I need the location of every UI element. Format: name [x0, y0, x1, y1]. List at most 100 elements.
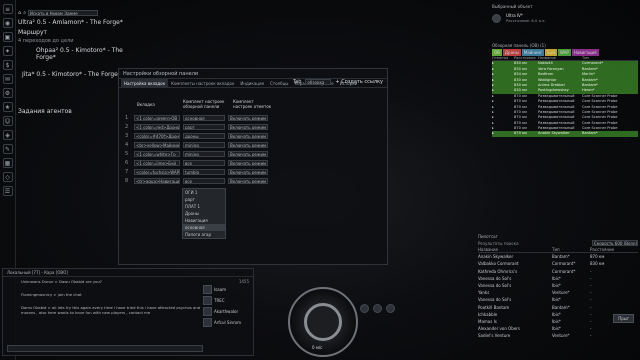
- module-slot-icon[interactable]: [386, 304, 395, 313]
- col-mark[interactable]: Отметка: [492, 56, 514, 60]
- tab-columns[interactable]: Столбцы: [267, 79, 291, 87]
- dropdown-option[interactable]: ОГИ 1: [183, 189, 225, 196]
- tab-name-input[interactable]: <1 color=green>ОВ: [134, 114, 180, 121]
- bracket-dropdown[interactable]: Включать режим: [228, 177, 268, 184]
- dropdown-option[interactable]: Навигация: [183, 217, 225, 224]
- module-slot-icon[interactable]: [373, 304, 382, 313]
- overview-row[interactable]: ▸ 870 км Anakin Skywalker Bantam*: [492, 131, 638, 137]
- chat-member[interactable]: Arfcul Sinrom: [203, 317, 253, 328]
- eve-menu-icon[interactable]: ≡: [2, 4, 13, 14]
- row-distance: -: [590, 290, 592, 296]
- col-name[interactable]: Название: [538, 56, 582, 60]
- preset-dropdown[interactable]: tumbla: [183, 168, 225, 175]
- list-item[interactable]: Vanessa do Sol's Ibis* -: [478, 275, 638, 282]
- list-item[interactable]: Sadiel's Venture Venture* -: [478, 332, 638, 339]
- current-system[interactable]: Ultra² 0.5 - Amlamon* - The Forge*: [18, 19, 138, 26]
- row-name: Vanessa do Sol's: [478, 275, 512, 281]
- create-link-button[interactable]: + Создать ссылку: [335, 79, 383, 85]
- search-icon[interactable]: ⌕: [23, 10, 26, 16]
- chat-member[interactable]: TREC: [203, 295, 253, 306]
- tab-name-input[interactable]: <tr>aqua>Навигация: [134, 177, 180, 184]
- module-slot-icon[interactable]: [360, 304, 369, 313]
- tab-name-input[interactable]: <color=#470f>Дроны: [134, 132, 180, 139]
- route-label[interactable]: Маршрут: [18, 29, 138, 36]
- tab-name-input[interactable]: <1 color=lime>Буй: [134, 159, 180, 166]
- list-item[interactable]: Pootkill Bantam Bantam* -: [478, 304, 638, 311]
- chat-icon[interactable]: ✉: [2, 74, 13, 84]
- pilots-title: Пилотсаг: [478, 234, 498, 239]
- preset-dropdown[interactable]: основная: [183, 114, 225, 121]
- preset-dropdown[interactable]: mining: [183, 141, 225, 148]
- calendar-icon[interactable]: ▦: [2, 158, 13, 168]
- market-icon[interactable]: $: [2, 60, 13, 70]
- dropdown-option[interactable]: рарт: [183, 196, 225, 203]
- settings-icon[interactable]: ☰: [2, 186, 13, 196]
- tab-tab-presets[interactable]: Комплекты настроек вкладок: [168, 79, 237, 87]
- jump-button[interactable]: Прыг: [613, 314, 634, 323]
- search-input[interactable]: Искать в Новом Эдеме: [28, 10, 98, 16]
- preset-dropdown[interactable]: рарт: [183, 123, 225, 130]
- preset-dropdown[interactable]: все: [183, 159, 225, 166]
- fitting-icon[interactable]: ⚙: [2, 88, 13, 98]
- overview-tab-navigation[interactable]: Навигация: [571, 49, 599, 56]
- chat-member[interactable]: Akarthwalor: [203, 306, 253, 317]
- row-distance: -: [590, 333, 592, 339]
- overview-tab-drones[interactable]: Дроны: [502, 49, 521, 56]
- agency-icon[interactable]: ★: [2, 102, 13, 112]
- dropdown-option[interactable]: Дроны: [183, 210, 225, 217]
- list-item[interactable]: Anakin Skywalker Bantam* 870 км: [478, 253, 638, 260]
- list-item[interactable]: Vanessa do Sol's Ibis* -: [478, 296, 638, 303]
- inventory-icon[interactable]: ▣: [2, 32, 13, 42]
- preset-dropdown[interactable]: все: [183, 177, 225, 184]
- list-item[interactable]: Kathreda Ohmrics's Cormorant* -: [478, 268, 638, 275]
- chat-member-list: 1455 Isaam TREC Akarthwalor Arfcul Sinro…: [203, 277, 253, 328]
- list-item[interactable]: Valbakko Cormorant Cormorant* 830 км: [478, 260, 638, 267]
- chat-message: Flamingmovnicy > join the chat: [21, 292, 82, 297]
- col-distance[interactable]: Расстояние: [514, 56, 538, 60]
- overview-tab-buoy[interactable]: Буй: [545, 49, 557, 56]
- map-icon[interactable]: ✦: [2, 46, 13, 56]
- row-number: 8: [125, 177, 129, 184]
- tab-name-input[interactable]: <1 color=red>Дронов: [134, 123, 180, 130]
- route-system-ohpaa[interactable]: Ohpaa² 0.5 - Kimotoro* - The Forge*: [18, 47, 138, 61]
- character-icon[interactable]: ◉: [2, 18, 13, 28]
- bracket-dropdown[interactable]: Включать режим: [228, 132, 268, 139]
- bracket-dropdown[interactable]: Включать режим: [228, 168, 268, 175]
- bracket-dropdown[interactable]: Включать режим: [228, 114, 268, 121]
- dropdown-option[interactable]: основная: [183, 224, 225, 231]
- tab-tab-setup[interactable]: Настройка вкладок: [121, 79, 169, 87]
- overview-tab-ov[interactable]: ОВ: [492, 49, 502, 56]
- col-distance[interactable]: Расстояние: [590, 246, 618, 252]
- wallet-icon[interactable]: ◈: [2, 130, 13, 140]
- chat-member[interactable]: Isaam: [203, 284, 253, 295]
- overview-tab-wap[interactable]: WAP: [557, 49, 571, 56]
- preset-dropdown[interactable]: mining: [183, 150, 225, 157]
- bracket-dropdown[interactable]: Включать режим: [228, 123, 268, 130]
- col-name[interactable]: Название: [478, 246, 552, 252]
- tab-select-dropdown[interactable]: обзорка: [305, 79, 332, 85]
- dropdown-option[interactable]: ПЛАТ 1: [183, 203, 225, 210]
- overview-tab-mining[interactable]: Майнинг: [521, 49, 545, 56]
- home-icon[interactable]: ⌂: [18, 10, 21, 16]
- people-icon[interactable]: ☺: [2, 116, 13, 126]
- skills-icon[interactable]: ◇: [2, 172, 13, 182]
- list-item[interactable]: Yanks Venture* -: [478, 289, 638, 296]
- tab-name-input[interactable]: <br>yellow>Майнинг: [134, 141, 180, 148]
- row-number: 7: [125, 168, 129, 175]
- list-item[interactable]: Alexander von Obers Ibis* -: [478, 325, 638, 332]
- tab-name-input[interactable]: <color=fuchsia>WAP: [134, 168, 180, 175]
- list-item[interactable]: Vanessa do Sol's Ibis* -: [478, 282, 638, 289]
- col-type[interactable]: Тип: [582, 56, 632, 60]
- selected-item-distance: Расстояние: 6.0 а.е.: [506, 18, 546, 23]
- dropdown-option[interactable]: Папоги агар: [183, 231, 225, 238]
- bracket-dropdown[interactable]: Включать режим: [228, 141, 268, 148]
- hud-speed[interactable]: 0 м/с: [312, 345, 322, 350]
- chat-input[interactable]: [7, 345, 203, 352]
- tab-appearance[interactable]: Индикация: [237, 79, 267, 87]
- mail-icon[interactable]: ✎: [2, 144, 13, 154]
- bracket-dropdown[interactable]: Включать режим: [228, 159, 268, 166]
- col-type[interactable]: Тип: [552, 246, 590, 252]
- bracket-dropdown[interactable]: Включать режим: [228, 150, 268, 157]
- tab-name-input[interactable]: <1 color=white>Гр: [134, 150, 180, 157]
- preset-dropdown[interactable]: дроны: [183, 132, 225, 139]
